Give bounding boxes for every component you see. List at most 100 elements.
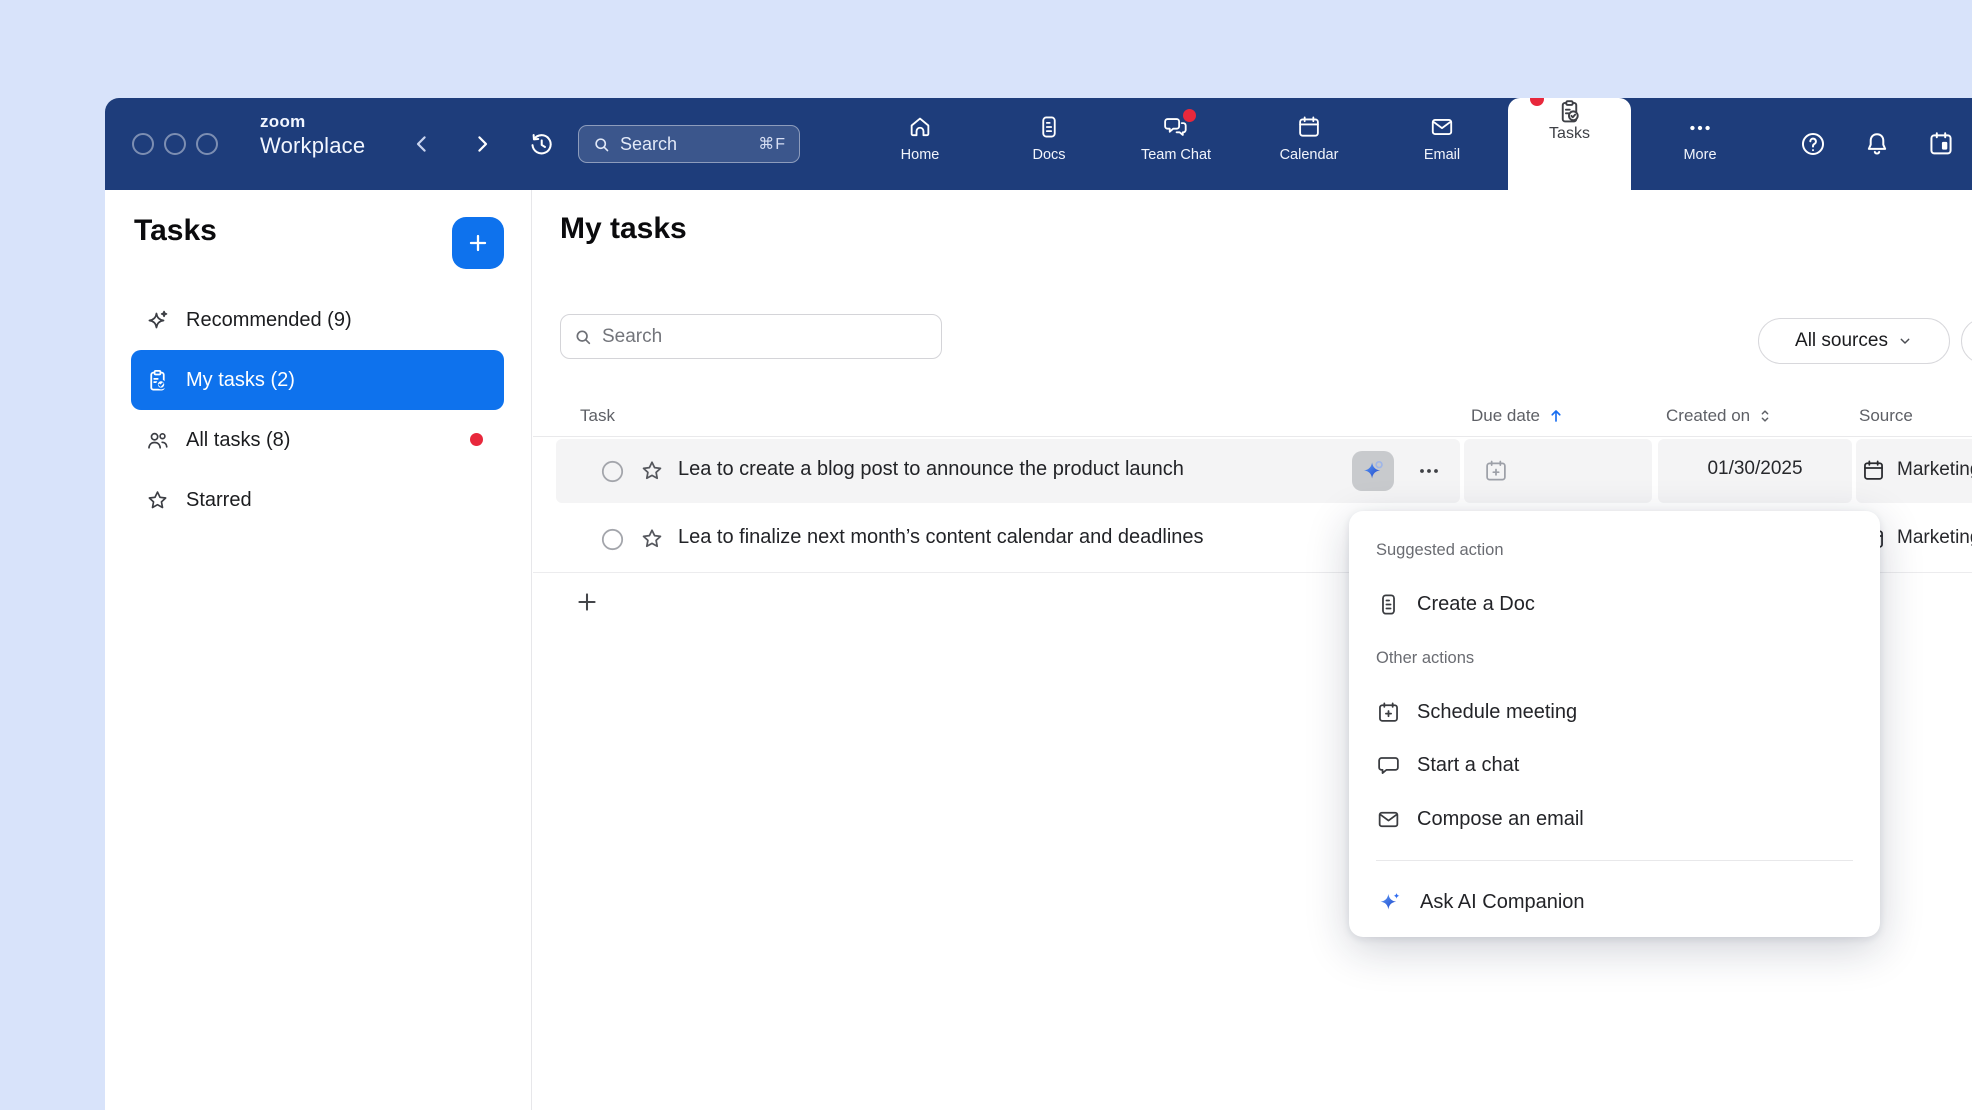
history-button[interactable] — [524, 127, 558, 161]
menu-section-label: Other actions — [1349, 635, 1880, 681]
nav-item-tasks-active-tab[interactable]: Tasks — [1508, 98, 1631, 190]
ai-actions-popup: Suggested action Create a Doc Other acti… — [1349, 511, 1880, 937]
row-more-button[interactable] — [1416, 459, 1442, 483]
sidebar-item-label: All tasks (8) — [186, 429, 290, 452]
sidebar-item-label: Starred — [186, 489, 252, 512]
help-icon — [1799, 130, 1827, 158]
sidebar-item-label: My tasks (2) — [186, 369, 295, 392]
window-minimize-button[interactable] — [164, 133, 186, 155]
home-icon — [907, 114, 933, 140]
ai-companion-sparkle-icon — [1359, 457, 1387, 485]
nav-item-calendar[interactable]: Calendar — [1263, 98, 1355, 190]
tasks-clipboard-icon — [1556, 98, 1583, 125]
calendar-plus-icon — [1376, 700, 1401, 725]
add-task-button[interactable] — [452, 217, 504, 269]
nav-label: Calendar — [1280, 147, 1339, 163]
sidebar-item-all-tasks[interactable]: All tasks (8) — [131, 410, 504, 470]
search-icon — [573, 327, 593, 347]
global-search-field[interactable]: Search ⌘F — [578, 125, 800, 163]
task-complete-checkbox[interactable] — [600, 527, 625, 552]
notifications-button[interactable] — [1860, 127, 1894, 161]
envelope-icon — [1376, 807, 1401, 832]
created-on-value: 01/30/2025 — [1658, 458, 1852, 480]
menu-section-label: Suggested action — [1349, 527, 1880, 573]
brand-logo: zoom Workplace — [260, 113, 365, 157]
task-search-input[interactable] — [602, 326, 929, 348]
task-complete-checkbox[interactable] — [600, 459, 625, 484]
menu-item-start-chat[interactable]: Start a chat — [1349, 738, 1880, 792]
sparkle-icon — [145, 308, 170, 333]
sort-ascending-icon — [1546, 406, 1566, 426]
history-icon — [528, 131, 555, 158]
tasks-clipboard-icon — [145, 368, 170, 393]
menu-item-schedule-meeting[interactable]: Schedule meeting — [1349, 685, 1880, 739]
plus-icon — [574, 589, 600, 615]
task-row[interactable]: Lea to create a blog post to announce th… — [533, 437, 1972, 505]
sidebar-list: Recommended (9) My tasks (2) — [105, 290, 531, 530]
search-icon — [592, 135, 611, 154]
tasks-sidebar: Tasks Recommended (9) — [105, 190, 532, 1110]
menu-item-compose-email[interactable]: Compose an email — [1349, 792, 1880, 846]
nav-item-docs[interactable]: Docs — [1003, 98, 1095, 190]
sort-both-icon — [1756, 407, 1774, 425]
people-icon — [145, 428, 170, 453]
star-toggle[interactable] — [639, 526, 665, 552]
source-value: Marketing — [1897, 459, 1972, 481]
task-title[interactable]: Lea to create a blog post to announce th… — [678, 458, 1184, 481]
column-header-created-on[interactable]: Created on — [1666, 406, 1774, 426]
ai-companion-sparkle-icon — [1376, 888, 1404, 916]
task-title[interactable]: Lea to finalize next month’s content cal… — [678, 526, 1204, 549]
sidebar-title: Tasks — [134, 214, 217, 248]
task-search-field[interactable] — [560, 314, 942, 359]
chat-bubble-icon — [1376, 753, 1401, 778]
column-header-task[interactable]: Task — [580, 406, 615, 426]
menu-divider — [1376, 860, 1853, 861]
chevron-right-icon — [470, 132, 494, 156]
sidebar-item-recommended[interactable]: Recommended (9) — [131, 290, 504, 350]
nav-forward-button[interactable] — [465, 127, 499, 161]
nav-back-button[interactable] — [405, 127, 439, 161]
sidebar-item-starred[interactable]: Starred — [131, 470, 504, 530]
menu-item-ask-ai-companion[interactable]: Ask AI Companion — [1349, 875, 1880, 929]
star-icon — [145, 488, 170, 513]
filter-button-partial[interactable] — [1961, 318, 1972, 364]
page-title: My tasks — [560, 212, 687, 246]
column-header-due-date[interactable]: Due date — [1471, 406, 1566, 426]
window-close-button[interactable] — [132, 133, 154, 155]
nav-label: Home — [901, 147, 940, 163]
bell-icon — [1863, 130, 1891, 158]
sidebar-item-my-tasks[interactable]: My tasks (2) — [131, 350, 504, 410]
global-search-placeholder: Search — [620, 134, 677, 155]
email-icon — [1429, 114, 1455, 140]
sources-filter-dropdown[interactable]: All sources — [1758, 318, 1950, 364]
nav-label: Team Chat — [1141, 147, 1211, 163]
nav-label: Email — [1424, 147, 1460, 163]
nav-item-team-chat[interactable]: Team Chat — [1130, 98, 1222, 190]
team-chat-icon — [1162, 114, 1190, 140]
nav-item-email[interactable]: Email — [1396, 98, 1488, 190]
table-header: Task Due date Created on Source — [533, 398, 1972, 437]
star-toggle[interactable] — [639, 458, 665, 484]
nav-label: More — [1683, 147, 1716, 163]
notification-badge — [470, 433, 483, 446]
doc-icon — [1376, 592, 1401, 617]
calendar-icon — [1296, 114, 1322, 140]
window-zoom-button[interactable] — [196, 133, 218, 155]
source-value: Marketing — [1897, 527, 1972, 549]
schedule-button[interactable] — [1924, 127, 1958, 161]
brand-workplace: Workplace — [260, 135, 365, 157]
menu-item-create-doc[interactable]: Create a Doc — [1349, 577, 1880, 631]
help-button[interactable] — [1796, 127, 1830, 161]
column-header-source[interactable]: Source — [1859, 406, 1913, 426]
ai-companion-button[interactable] — [1352, 451, 1394, 491]
nav-label: Tasks — [1549, 125, 1590, 143]
add-task-inline-button[interactable] — [573, 588, 601, 616]
nav-item-more[interactable]: More — [1654, 98, 1746, 190]
more-ellipsis-icon — [1687, 118, 1713, 138]
nav-item-home[interactable]: Home — [874, 98, 966, 190]
set-due-date-button[interactable] — [1483, 458, 1509, 484]
chevron-left-icon — [410, 132, 434, 156]
app-window: zoom Workplace Search ⌘F — [105, 98, 1972, 1110]
main-content: My tasks All sources Task Due date — [533, 190, 1972, 1110]
top-bar: zoom Workplace Search ⌘F — [105, 98, 1972, 190]
